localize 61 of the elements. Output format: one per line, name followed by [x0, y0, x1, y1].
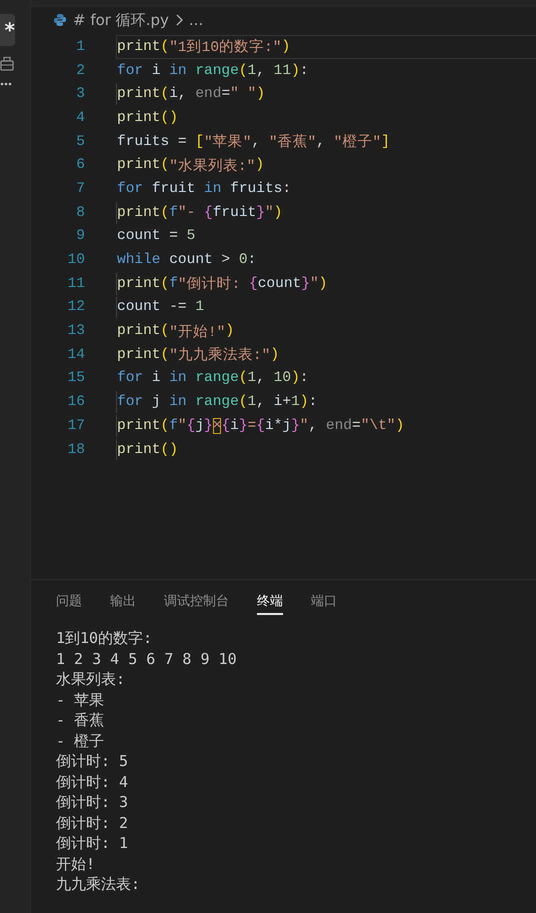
terminal-output-line: - 香蕉: [56, 710, 106, 730]
line-number: 3: [75, 86, 85, 102]
line-number: 12: [66, 299, 85, 316]
code-line[interactable]: for i in range(1, 10):: [116, 366, 536, 390]
code-line[interactable]: print(i, end=" "): [116, 82, 536, 106]
line-number: 8: [75, 204, 85, 221]
activity-button[interactable]: *: [0, 14, 15, 46]
code-line[interactable]: print(): [116, 106, 536, 130]
code-line[interactable]: for fruit in fruits:: [116, 177, 536, 201]
panel-tab[interactable]: 终端: [257, 592, 283, 615]
terminal-output-line: 开始!: [56, 854, 96, 874]
code-line[interactable]: count = 5: [116, 224, 536, 248]
line-number: 7: [75, 180, 85, 197]
code-line[interactable]: print("1到10的数字:"): [116, 35, 536, 59]
line-number: 14: [66, 346, 85, 363]
line-number: 1: [75, 38, 85, 55]
panel-tab[interactable]: 输出: [110, 592, 136, 615]
panel-tab[interactable]: 调试控制台: [164, 592, 229, 615]
line-number: 17: [66, 418, 85, 434]
line-number: 15: [66, 370, 85, 386]
terminal-output-line: 倒计时: 2: [56, 812, 130, 833]
chevron-right-icon: [174, 14, 183, 26]
line-number: 6: [75, 157, 85, 174]
terminal-output-line: 倒计时: 4: [56, 772, 130, 792]
toolbox-icon[interactable]: [0, 56, 14, 72]
line-number: 18: [66, 442, 85, 458]
terminal-output-line: 倒计时: 1: [56, 833, 130, 854]
line-number: 4: [75, 110, 85, 126]
more-icon[interactable]: [0, 82, 12, 86]
python-icon: [53, 13, 67, 27]
code-line[interactable]: print(): [116, 438, 536, 462]
line-number: 5: [75, 134, 85, 150]
line-number: 9: [75, 228, 85, 244]
code-line[interactable]: print("水果列表:"): [116, 153, 536, 178]
terminal-output-line: 倒计时: 5: [56, 751, 130, 772]
line-number: 11: [66, 276, 85, 292]
code-line[interactable]: while count > 0:: [116, 248, 536, 272]
code-line[interactable]: print(f"{j}×{i}={i*j}", end="\t"): [116, 414, 536, 438]
code-line[interactable]: for i in range(1, 11):: [116, 58, 536, 82]
terminal-output-line: 1 2 3 4 5 6 7 8 9 10: [56, 648, 238, 669]
terminal-output-line: 1到10的数字:: [56, 628, 154, 648]
code-line[interactable]: print("九九乘法表:"): [116, 342, 536, 367]
panel-tab[interactable]: 问题: [56, 592, 82, 615]
terminal-output-line: 九九乘法表:: [56, 874, 142, 894]
code-line[interactable]: print(f"倒计时: {count}"): [116, 272, 536, 296]
line-number: 2: [75, 62, 85, 79]
code-line[interactable]: fruits = ["苹果", "香蕉", "橙子"]: [116, 130, 536, 154]
terminal-output-line: 倒计时: 3: [56, 792, 130, 812]
line-number: 16: [66, 394, 85, 410]
terminal-output-line: 水果列表:: [56, 669, 126, 690]
terminal-output-line: - 橙子: [56, 730, 106, 751]
panel-tab[interactable]: 端口: [311, 592, 337, 615]
breadcrumb-file[interactable]: # for 循环.py: [73, 10, 169, 30]
code-line[interactable]: for j in range(1, i+1):: [116, 390, 536, 414]
code-line[interactable]: print("开始!"): [116, 319, 536, 343]
breadcrumb-more[interactable]: ...: [188, 11, 204, 29]
line-number: 10: [66, 252, 85, 268]
terminal-output-line: - 苹果: [56, 690, 106, 710]
line-number: 13: [66, 323, 85, 340]
code-line[interactable]: print(f"- {fruit}"): [116, 200, 536, 224]
code-line[interactable]: count -= 1: [116, 296, 536, 320]
